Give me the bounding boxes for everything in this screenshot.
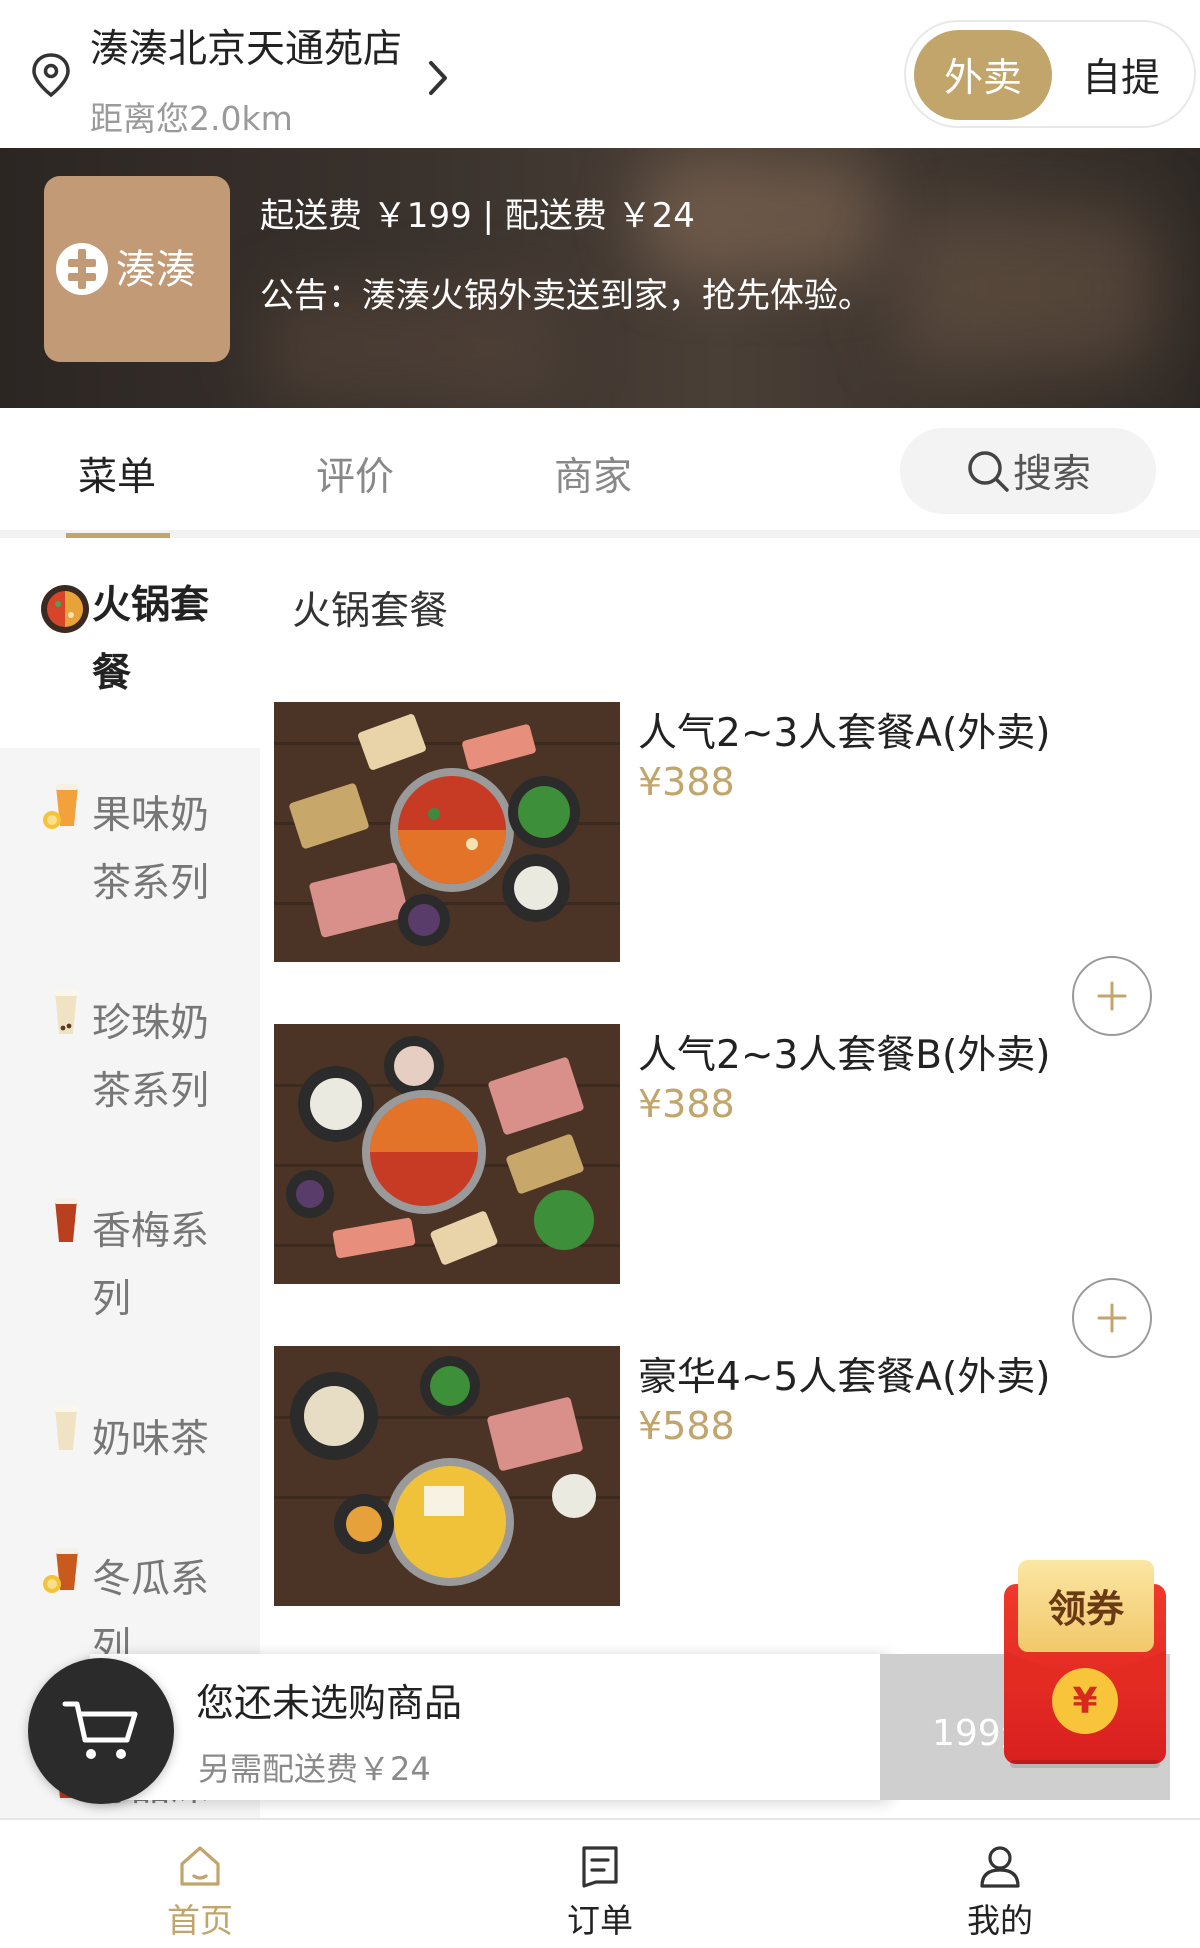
svg-text:湊湊: 湊湊: [116, 247, 196, 293]
search-icon: [968, 451, 1009, 492]
coupon-label: 领券: [1047, 1587, 1124, 1631]
product-price: ¥388: [638, 1082, 735, 1126]
bottom-navigation: 首页 订单 我的: [0, 1818, 1200, 1948]
nav-mine[interactable]: 我的: [900, 1820, 1100, 1948]
fruit-drink-icon: [43, 784, 78, 829]
plus-icon: [1097, 1303, 1127, 1333]
category-item-milk-tea[interactable]: 奶味茶: [0, 1372, 260, 1512]
milk-tea-icon: [55, 990, 77, 1034]
store-notice: 公告：湊湊火锅外卖送到家，抢先体验。: [260, 276, 872, 316]
tab-menu[interactable]: 菜单: [78, 446, 156, 502]
category-item-plum-series[interactable]: 香梅系列: [0, 1164, 260, 1372]
fruit-drink-icon: [43, 1548, 78, 1593]
nav-orders-label: 订单: [567, 1901, 633, 1940]
tab-merchant[interactable]: 商家: [554, 446, 632, 502]
claim-coupon-button[interactable]: 领券 ¥: [1004, 1560, 1166, 1768]
hotpot-set-photo: [274, 702, 620, 962]
delivery-mode-button[interactable]: 外卖: [914, 30, 1052, 120]
coupon-card: 领券: [1018, 1560, 1154, 1652]
store-name[interactable]: 湊湊北京天通苑店: [90, 18, 402, 74]
tab-reviews[interactable]: 评价: [316, 446, 394, 502]
store-distance: 距离您2.0km: [90, 99, 293, 138]
category-sidebar[interactable]: 火锅套餐 果味奶茶系列 珍珠奶茶系列 香梅系列 奶味茶 冬瓜系列: [0, 538, 260, 1818]
location-pin-icon: [32, 53, 70, 98]
nav-orders[interactable]: 订单: [500, 1820, 700, 1948]
shopping-cart-icon: [62, 1701, 138, 1759]
search-button[interactable]: 搜索: [900, 428, 1156, 514]
category-label: 珍珠奶茶系列: [92, 1001, 210, 1114]
hotpot-set-photo: [274, 1346, 620, 1606]
product-name: 人气2~3人套餐A(外卖): [638, 711, 1051, 756]
milk-tea-icon: [55, 1406, 77, 1450]
category-label: 火锅套餐: [92, 583, 210, 696]
home-icon: [180, 1846, 220, 1886]
coin-icon: ¥: [1052, 1668, 1118, 1734]
category-item-hotpot-set[interactable]: 火锅套餐: [0, 538, 260, 748]
category-label: 奶味茶: [92, 1417, 210, 1462]
category-item-pearl-milk-tea[interactable]: 珍珠奶茶系列: [0, 956, 260, 1164]
category-item-fruit-milk-tea[interactable]: 果味奶茶系列: [0, 748, 260, 956]
nav-mine-label: 我的: [967, 1901, 1033, 1940]
product-price: ¥388: [638, 760, 735, 804]
cart-button[interactable]: [28, 1658, 174, 1804]
brand-logo-mark: 湊湊: [56, 243, 196, 295]
min-order-fee: 起送费 ￥199 | 配送费 ￥24: [260, 196, 695, 236]
cart-empty-message: 您还未选购商品: [196, 1681, 463, 1725]
order-mode-toggle: 外卖 自提: [904, 20, 1196, 128]
category-label: 香梅系列: [92, 1209, 210, 1322]
brand-logo: 湊湊: [44, 176, 230, 362]
cart-delivery-fee: 另需配送费￥24: [198, 1750, 431, 1788]
search-label: 搜索: [1012, 452, 1091, 497]
product-name: 豪华4~5人套餐A(外卖): [638, 1355, 1051, 1400]
product-name: 人气2~3人套餐B(外卖): [638, 1033, 1051, 1078]
product-image[interactable]: [274, 1024, 620, 1284]
nav-home-label: 首页: [167, 1901, 233, 1940]
store-tabs: 菜单 评价 商家 搜索: [0, 408, 1200, 538]
order-list-icon: [582, 1846, 618, 1888]
hotpot-icon: [41, 585, 89, 633]
hotpot-set-photo: [274, 1024, 620, 1284]
product-price: ¥588: [638, 1404, 735, 1448]
plum-drink-icon: [55, 1198, 77, 1242]
product-image[interactable]: [274, 702, 620, 962]
nav-home[interactable]: 首页: [100, 1820, 300, 1948]
cart-bar: 您还未选购商品 另需配送费￥24 199元起送: [20, 1654, 1170, 1804]
plus-icon: [1097, 981, 1127, 1011]
user-icon: [980, 1846, 1020, 1888]
pickup-mode-button[interactable]: 自提: [1052, 30, 1190, 120]
store-banner: 湊湊 起送费 ￥199 | 配送费 ￥24 公告：湊湊火锅外卖送到家，抢先体验。: [0, 148, 1200, 408]
store-header: 湊湊北京天通苑店 距离您2.0km 外卖 自提: [0, 0, 1200, 148]
section-title: 火锅套餐: [292, 589, 449, 634]
product-image[interactable]: [274, 1346, 620, 1606]
category-label: 果味奶茶系列: [92, 793, 210, 906]
chevron-right-icon[interactable]: [424, 58, 452, 98]
